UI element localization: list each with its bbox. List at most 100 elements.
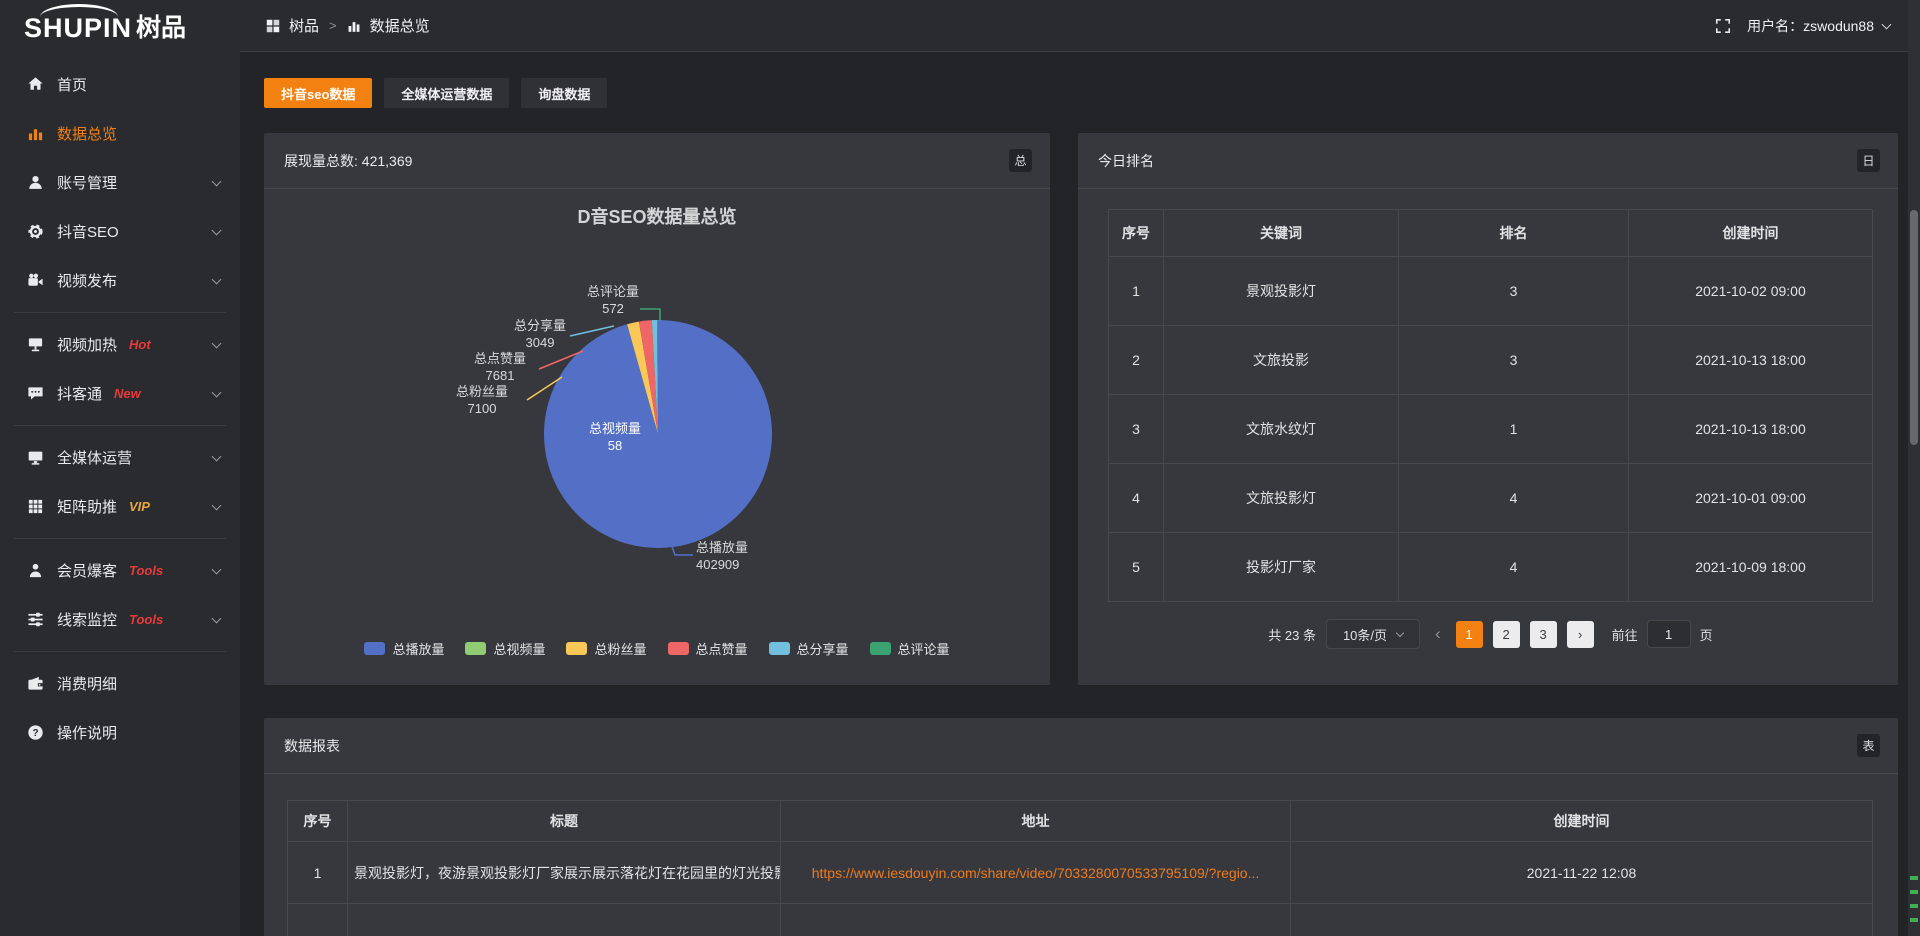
prev-page-icon[interactable]: ‹ bbox=[1430, 624, 1446, 644]
sidebar-item-home[interactable]: 首页 bbox=[0, 60, 240, 109]
pie-chart: D音SEO数据量总览 总评论量572 总分享量3049 总点赞量7681 总粉丝… bbox=[264, 189, 1050, 684]
tab-inquiry-data[interactable]: 询盘数据 bbox=[521, 78, 607, 108]
question-circle-icon: ? bbox=[26, 724, 44, 742]
sidebar-item-all-media[interactable]: 全媒体运营 bbox=[0, 433, 240, 482]
panel-data-report: 数据报表 表 序号 标题 地址 创建时间 bbox=[264, 718, 1898, 936]
sidebar-item-label: 视频发布 bbox=[57, 270, 117, 291]
bar-chart-icon bbox=[347, 19, 361, 33]
cell-time: 2021-10-13 18:00 bbox=[1629, 395, 1873, 464]
chat-icon bbox=[26, 385, 44, 403]
video-link[interactable]: https://www.iesdouyin.com/share/video/70… bbox=[812, 865, 1260, 881]
scrollbar-thumb[interactable] bbox=[1910, 210, 1918, 445]
cell-index: 3 bbox=[1109, 395, 1164, 464]
rank-table: 序号 关键词 排名 创建时间 1 景观投影灯 3 bbox=[1108, 209, 1873, 602]
legend-swatch bbox=[870, 642, 891, 655]
legend-item-comments[interactable]: 总评论量 bbox=[870, 639, 950, 658]
cell-keyword: 景观投影灯 bbox=[1164, 257, 1399, 326]
chart-legend: 总播放量 总视频量 总粉丝量 总点赞量 总分享量 总评论量 bbox=[264, 639, 1050, 658]
logo[interactable]: SHUPIN 树品 bbox=[0, 0, 240, 52]
page-button-3[interactable]: 3 bbox=[1530, 621, 1557, 648]
sidebar-item-matrix-boost[interactable]: 矩阵助推 VIP bbox=[0, 482, 240, 531]
table-row: 3 文旅水纹灯 1 2021-10-13 18:00 bbox=[1109, 395, 1873, 464]
pie-label-videos: 总视频量58 bbox=[560, 420, 670, 454]
table-badge[interactable]: 表 bbox=[1857, 734, 1880, 757]
report-panel-title: 数据报表 bbox=[284, 736, 340, 756]
chevron-down-icon bbox=[212, 451, 222, 461]
chart-title: D音SEO数据量总览 bbox=[264, 203, 1050, 229]
sidebar-item-video-publish[interactable]: 视频发布 bbox=[0, 256, 240, 305]
tab-all-media-data[interactable]: 全媒体运营数据 bbox=[384, 78, 509, 108]
page-size-select[interactable]: 10条/页 bbox=[1326, 619, 1420, 649]
menu-divider bbox=[14, 651, 226, 652]
legend-swatch bbox=[566, 642, 587, 655]
chevron-down-icon bbox=[212, 225, 222, 235]
day-badge[interactable]: 日 bbox=[1857, 149, 1880, 172]
cell-index: 5 bbox=[1109, 533, 1164, 602]
total-badge[interactable]: 总 bbox=[1009, 149, 1032, 172]
sidebar-item-doukertong[interactable]: 抖客通 New bbox=[0, 369, 240, 418]
total-count: 共 23 条 bbox=[1268, 625, 1316, 644]
scroll-marker bbox=[1910, 904, 1918, 908]
chevron-down-icon bbox=[212, 176, 222, 186]
sidebar-item-label: 全媒体运营 bbox=[57, 447, 132, 468]
sidebar-item-data-overview[interactable]: 数据总览 bbox=[0, 109, 240, 158]
sidebar-item-account[interactable]: 账号管理 bbox=[0, 158, 240, 207]
sidebar-item-label: 账号管理 bbox=[57, 172, 117, 193]
sidebar-item-consumption[interactable]: 消费明细 bbox=[0, 659, 240, 708]
sidebar-item-lead-monitor[interactable]: 线索监控 Tools bbox=[0, 595, 240, 644]
panel-today-rank: 今日排名 日 序号 关键词 排名 创建时间 bbox=[1078, 133, 1898, 685]
legend-label: 总播放量 bbox=[392, 639, 444, 658]
sidebar-item-label: 首页 bbox=[57, 74, 87, 95]
breadcrumb-item-root[interactable]: 树品 bbox=[289, 15, 319, 36]
scrollbar-track[interactable] bbox=[1908, 0, 1920, 936]
legend-swatch bbox=[364, 642, 385, 655]
sidebar-item-member-burst[interactable]: 会员爆客 Tools bbox=[0, 546, 240, 595]
main-area: 树品 > 数据总览 用户名：zswodun88 抖音seo数据 bbox=[240, 0, 1920, 936]
grid-icon bbox=[26, 498, 44, 516]
goto-page-input[interactable] bbox=[1647, 620, 1691, 648]
legend-item-shares[interactable]: 总分享量 bbox=[769, 639, 849, 658]
page-button-1[interactable]: 1 bbox=[1456, 621, 1483, 648]
rank-table-wrap: 序号 关键词 排名 创建时间 1 景观投影灯 3 bbox=[1078, 189, 1898, 649]
sidebar-item-douyin-seo[interactable]: 抖音SEO bbox=[0, 207, 240, 256]
scroll-marker bbox=[1910, 876, 1918, 880]
page-button-2[interactable]: 2 bbox=[1493, 621, 1520, 648]
monitor-icon bbox=[26, 449, 44, 467]
cell-index: 1 bbox=[1109, 257, 1164, 326]
sidebar-item-video-heat[interactable]: 视频加热 Hot bbox=[0, 320, 240, 369]
legend-item-likes[interactable]: 总点赞量 bbox=[668, 639, 748, 658]
cell-time: 2021-10-09 18:00 bbox=[1629, 533, 1873, 602]
panel-douyin-seo-overview: 展现量总数: 421,369 总 D音SEO数据量总览 bbox=[264, 133, 1050, 685]
breadcrumb-item-current[interactable]: 数据总览 bbox=[370, 15, 430, 36]
bar-chart-icon bbox=[26, 125, 44, 143]
cell-rank: 3 bbox=[1399, 257, 1629, 326]
legend-item-videos[interactable]: 总视频量 bbox=[465, 639, 545, 658]
cell-keyword: 文旅投影灯 bbox=[1164, 464, 1399, 533]
tools-tag: Tools bbox=[129, 612, 163, 627]
legend-swatch bbox=[465, 642, 486, 655]
user-icon bbox=[26, 174, 44, 192]
legend-label: 总视频量 bbox=[493, 639, 545, 658]
hot-tag: Hot bbox=[129, 337, 151, 352]
goto-label: 前往 bbox=[1612, 625, 1638, 644]
sidebar-item-label: 视频加热 bbox=[57, 334, 117, 355]
cell-keyword: 投影灯厂家 bbox=[1164, 533, 1399, 602]
user-menu[interactable]: 用户名：zswodun88 bbox=[1747, 16, 1890, 36]
sidebar-item-help[interactable]: ? 操作说明 bbox=[0, 708, 240, 757]
chevron-down-icon bbox=[1882, 19, 1892, 29]
menu-divider bbox=[14, 312, 226, 313]
cell-time: 2021-10-01 09:00 bbox=[1629, 464, 1873, 533]
next-page-button[interactable]: › bbox=[1567, 621, 1594, 648]
sidebar-item-label: 消费明细 bbox=[57, 673, 117, 694]
cell-rank: 4 bbox=[1399, 464, 1629, 533]
sidebar-item-label: 抖音SEO bbox=[57, 221, 119, 242]
sidebar-item-label: 抖客通 bbox=[57, 383, 102, 404]
tab-douyin-seo-data[interactable]: 抖音seo数据 bbox=[264, 78, 372, 108]
chevron-down-icon bbox=[212, 387, 222, 397]
fullscreen-icon[interactable] bbox=[1715, 18, 1731, 34]
col-header: 创建时间 bbox=[1629, 210, 1873, 257]
sliders-icon bbox=[26, 611, 44, 629]
sidebar-item-label: 线索监控 bbox=[57, 609, 117, 630]
legend-item-fans[interactable]: 总粉丝量 bbox=[566, 639, 646, 658]
legend-item-plays[interactable]: 总播放量 bbox=[364, 639, 444, 658]
